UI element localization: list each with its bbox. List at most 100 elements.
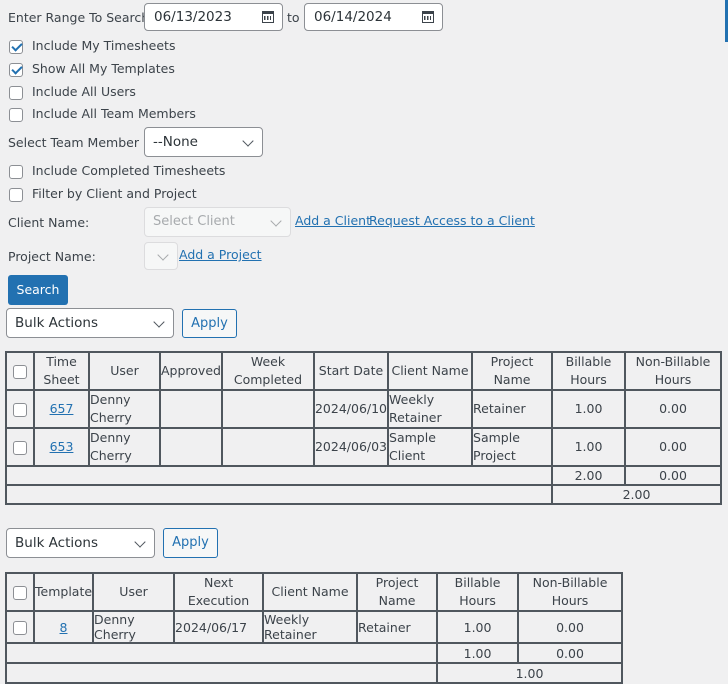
select-all-checkbox[interactable]: [13, 585, 27, 600]
project-name-cell: Sample Project: [471, 427, 554, 467]
grand-total-row: 2.00: [4, 484, 722, 505]
team-member-select[interactable]: --None: [144, 127, 263, 157]
calendar-icon[interactable]: [262, 11, 274, 23]
column-header[interactable]: Non-Billable Hours: [517, 572, 623, 612]
row-checkbox[interactable]: [13, 620, 27, 635]
row-checkbox[interactable]: [13, 440, 27, 455]
select-all-cell: [5, 572, 35, 612]
column-header[interactable]: Time Sheet: [33, 351, 90, 391]
column-header[interactable]: Week Completed: [220, 351, 315, 391]
timesheet-id-cell: 657: [33, 389, 90, 429]
user-cell: Denny Cherry: [92, 610, 176, 644]
billable-cell: 1.00: [551, 389, 627, 429]
client-name-cell: Sample Client: [387, 427, 474, 467]
include-all-team-members-checkbox[interactable]: [9, 108, 23, 122]
column-header[interactable]: Client Name: [262, 572, 359, 612]
end-date-input[interactable]: 06/14/2024: [304, 3, 443, 31]
column-header[interactable]: Project Name: [471, 351, 554, 391]
request-access-link[interactable]: Request Access to a Client: [369, 213, 535, 228]
apply-button[interactable]: Apply: [163, 528, 218, 558]
team-member-label: Select Team Member: [8, 135, 139, 150]
week-completed-cell: [220, 427, 315, 467]
apply-button[interactable]: Apply: [182, 309, 237, 338]
timesheet-link[interactable]: 653: [50, 439, 74, 454]
row-checkbox[interactable]: [13, 402, 27, 417]
project-name-cell: Retainer: [356, 610, 439, 644]
chevron-down-icon: [270, 215, 282, 227]
client-name-cell: Weekly Retainer: [262, 610, 359, 644]
grand-total: 2.00: [551, 484, 722, 505]
project-name-label: Project Name:: [8, 249, 96, 264]
table-header-row: Template User Next Execution Client Name…: [5, 572, 623, 612]
table-row[interactable]: 8 Denny Cherry 2024/06/17 Weekly Retaine…: [5, 610, 623, 644]
chevron-down-icon: [157, 249, 169, 261]
bulk-actions-value: Bulk Actions: [15, 535, 98, 551]
week-completed-cell: [220, 389, 315, 429]
column-header[interactable]: Billable Hours: [551, 351, 627, 391]
table-row[interactable]: 657 Denny Cherry 2024/06/10 Weekly Retai…: [5, 389, 722, 429]
bulk-actions-select[interactable]: Bulk Actions: [6, 528, 155, 558]
timesheet-link[interactable]: 657: [50, 401, 74, 416]
grand-total-spacer: [4, 484, 554, 505]
include-completed-checkbox[interactable]: [9, 165, 23, 179]
show-all-templates-label: Show All My Templates: [32, 61, 175, 76]
to-label: to: [287, 10, 300, 25]
include-my-timesheets-checkbox[interactable]: [9, 40, 23, 54]
total-non-billable: 0.00: [517, 642, 623, 664]
approved-cell: [159, 389, 223, 429]
totals-row: 1.00 0.00: [4, 642, 623, 664]
total-non-billable: 0.00: [624, 465, 722, 486]
add-client-link[interactable]: Add a Client: [295, 213, 371, 228]
start-date-cell: 2024/06/10: [312, 389, 390, 429]
range-label: Enter Range To Search:: [8, 10, 154, 25]
column-header[interactable]: Client Name: [387, 351, 474, 391]
client-name-label: Client Name:: [8, 215, 90, 230]
template-id-cell: 8: [32, 610, 95, 644]
client-name-cell: Weekly Retainer: [387, 389, 474, 429]
column-header[interactable]: User: [92, 572, 176, 612]
start-date-input[interactable]: 06/13/2023: [144, 3, 283, 31]
bulk-actions-value: Bulk Actions: [15, 315, 98, 331]
include-completed-label: Include Completed Timesheets: [32, 163, 226, 178]
grand-total-spacer: [4, 662, 439, 684]
column-header[interactable]: User: [88, 351, 161, 391]
row-checkbox-cell: [5, 389, 35, 429]
column-header[interactable]: Template: [32, 572, 95, 612]
select-all-cell: [5, 351, 35, 391]
column-header[interactable]: Next Execution: [173, 572, 265, 612]
end-date-value: 06/14/2024: [314, 9, 392, 25]
timesheets-table: Time Sheet User Approved Week Completed …: [4, 351, 722, 505]
non-billable-cell: 0.00: [517, 610, 623, 644]
select-all-checkbox[interactable]: [13, 364, 27, 379]
start-date-cell: 2024/06/03: [312, 427, 390, 467]
chevron-down-icon: [242, 135, 254, 147]
totals-spacer: [4, 465, 554, 486]
show-all-templates-checkbox[interactable]: [9, 63, 23, 77]
add-project-link[interactable]: Add a Project: [179, 247, 262, 262]
bulk-actions-select[interactable]: Bulk Actions: [6, 308, 174, 338]
billable-cell: 1.00: [551, 427, 627, 467]
totals-row: 2.00 0.00: [4, 465, 722, 486]
row-checkbox-cell: [5, 610, 35, 644]
client-select[interactable]: Select Client: [144, 207, 291, 237]
column-header[interactable]: Start Date: [312, 351, 390, 391]
row-checkbox-cell: [5, 427, 35, 467]
search-button[interactable]: Search: [8, 275, 68, 305]
column-header[interactable]: Approved: [159, 351, 223, 391]
table-header-row: Time Sheet User Approved Week Completed …: [5, 351, 722, 391]
filter-client-project-checkbox[interactable]: [9, 188, 23, 202]
calendar-icon[interactable]: [422, 11, 434, 23]
column-header[interactable]: Billable Hours: [436, 572, 520, 612]
column-header[interactable]: Project Name: [356, 572, 439, 612]
template-link[interactable]: 8: [60, 620, 68, 635]
totals-spacer: [4, 642, 439, 664]
project-name-cell: Retainer: [471, 389, 554, 429]
non-billable-cell: 0.00: [624, 427, 722, 467]
grand-total-row: 1.00: [4, 662, 623, 684]
next-execution-cell: 2024/06/17: [173, 610, 265, 644]
project-select[interactable]: [144, 242, 178, 270]
column-header[interactable]: Non-Billable Hours: [624, 351, 722, 391]
table-row[interactable]: 653 Denny Cherry 2024/06/03 Sample Clien…: [5, 427, 722, 467]
grand-total: 1.00: [436, 662, 623, 684]
include-all-users-checkbox[interactable]: [9, 86, 23, 100]
